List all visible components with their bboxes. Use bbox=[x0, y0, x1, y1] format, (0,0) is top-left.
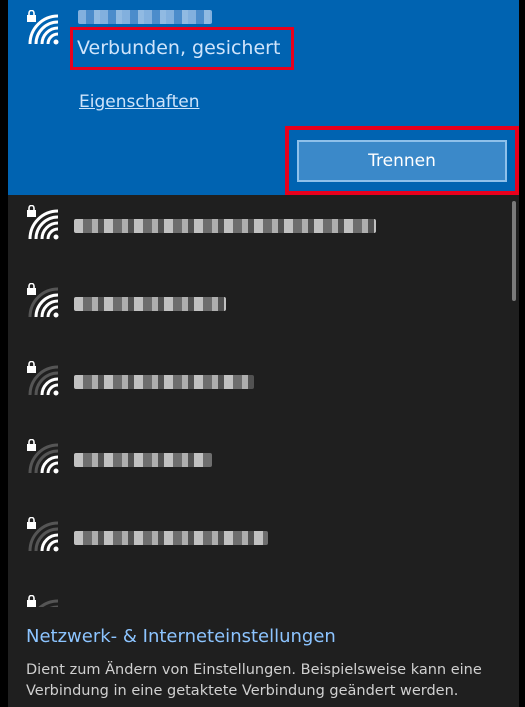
wifi-secured-icon bbox=[24, 10, 64, 50]
wifi-secured-icon bbox=[24, 439, 64, 479]
network-list-item[interactable] bbox=[8, 585, 519, 607]
wifi-secured-icon bbox=[24, 283, 64, 323]
ssid-redacted bbox=[74, 219, 376, 233]
lock-icon bbox=[27, 10, 36, 22]
network-list-item[interactable] bbox=[8, 429, 519, 507]
connected-network[interactable]: Verbunden, gesichert Eigenschaften Trenn… bbox=[8, 0, 519, 195]
ssid-redacted bbox=[78, 10, 212, 24]
ssid-redacted bbox=[74, 453, 212, 467]
ssid-redacted bbox=[74, 375, 254, 389]
network-list-item[interactable] bbox=[8, 273, 519, 351]
settings-description: Dient zum Ändern von Einstellungen. Beis… bbox=[26, 662, 482, 699]
network-flyout: Verbunden, gesichert Eigenschaften Trenn… bbox=[8, 0, 519, 707]
network-list-item[interactable] bbox=[8, 195, 519, 273]
network-list-item[interactable] bbox=[8, 507, 519, 585]
ssid-redacted bbox=[74, 297, 226, 311]
properties-link[interactable]: Eigenschaften bbox=[79, 92, 199, 112]
ssid-redacted bbox=[74, 531, 268, 545]
network-settings-link[interactable]: Netzwerk- & Interneteinstellungen bbox=[26, 626, 336, 647]
wifi-secured-icon bbox=[24, 361, 64, 401]
wifi-secured-icon bbox=[24, 595, 64, 607]
highlight-box-button bbox=[285, 126, 519, 195]
highlight-box-status bbox=[70, 27, 294, 70]
wifi-secured-icon bbox=[24, 517, 64, 557]
network-list-item[interactable] bbox=[8, 351, 519, 429]
scrollbar[interactable] bbox=[512, 201, 516, 301]
wifi-secured-icon bbox=[24, 205, 64, 245]
